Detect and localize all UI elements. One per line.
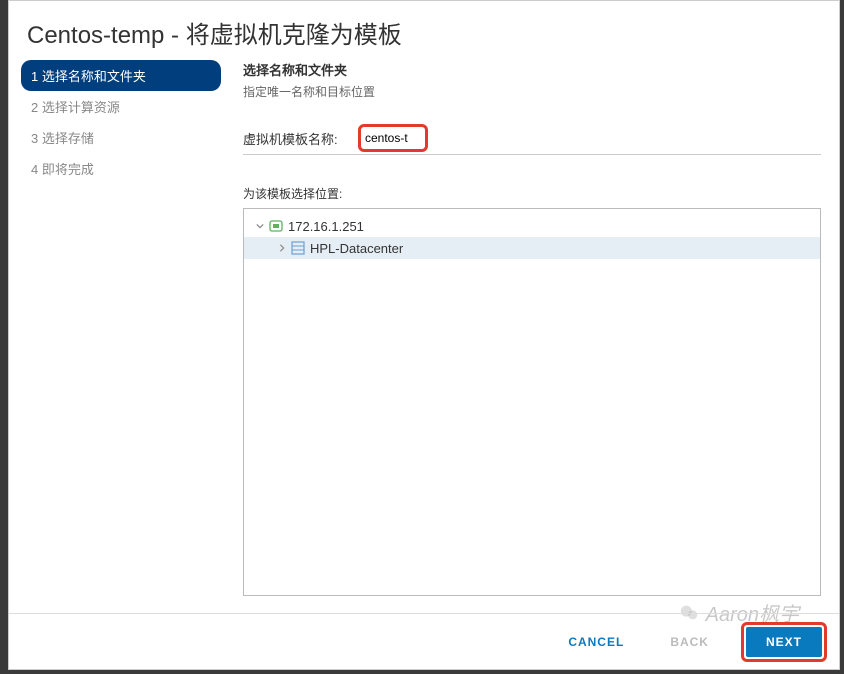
- template-name-label: 虚拟机模板名称:: [243, 129, 358, 148]
- panel-subheading: 指定唯一名称和目标位置: [243, 83, 821, 100]
- chevron-right-icon[interactable]: [276, 244, 288, 252]
- clone-to-template-dialog: Centos-temp - 将虚拟机克隆为模板 1 选择名称和文件夹 2 选择计…: [8, 0, 840, 670]
- highlight-box-name: [358, 124, 428, 152]
- cancel-button[interactable]: CANCEL: [554, 627, 638, 657]
- step-4-ready: 4 即将完成: [21, 153, 221, 184]
- next-button[interactable]: NEXT: [746, 627, 822, 657]
- location-tree[interactable]: 172.16.1.251 HPL-Datacenter: [243, 208, 821, 596]
- highlight-box-next: NEXT: [741, 622, 827, 662]
- chevron-down-icon[interactable]: [254, 222, 266, 230]
- back-button: BACK: [656, 627, 723, 657]
- dialog-footer: CANCEL BACK NEXT: [9, 613, 839, 669]
- datacenter-icon: [290, 240, 306, 256]
- tree-node-label: HPL-Datacenter: [310, 241, 403, 256]
- vcenter-icon: [268, 218, 284, 234]
- template-name-input[interactable]: [363, 129, 423, 147]
- tree-node-label: 172.16.1.251: [288, 219, 364, 234]
- dialog-body: 1 选择名称和文件夹 2 选择计算资源 3 选择存储 4 即将完成 选择名称和文…: [9, 60, 839, 596]
- wizard-steps: 1 选择名称和文件夹 2 选择计算资源 3 选择存储 4 即将完成: [21, 60, 221, 596]
- tree-row-vcenter[interactable]: 172.16.1.251: [244, 215, 820, 237]
- step-2-compute: 2 选择计算资源: [21, 91, 221, 122]
- location-label: 为该模板选择位置:: [243, 185, 821, 202]
- step-content: 选择名称和文件夹 指定唯一名称和目标位置 虚拟机模板名称: 为该模板选择位置:: [221, 60, 827, 596]
- dialog-title: Centos-temp - 将虚拟机克隆为模板: [9, 1, 839, 60]
- step-3-storage: 3 选择存储: [21, 122, 221, 153]
- template-name-row: 虚拟机模板名称:: [243, 124, 821, 155]
- step-1-name-folder[interactable]: 1 选择名称和文件夹: [21, 60, 221, 91]
- tree-row-datacenter[interactable]: HPL-Datacenter: [244, 237, 820, 259]
- panel-heading: 选择名称和文件夹: [243, 60, 821, 79]
